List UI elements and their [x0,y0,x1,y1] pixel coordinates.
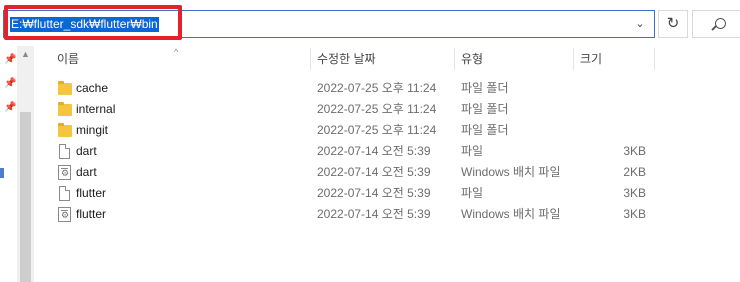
file-type: Windows 배치 파일 [461,207,561,221]
file-modified: 2022-07-25 오후 11:24 [317,81,437,95]
address-bar[interactable]: E:₩flutter_sdk₩flutter₩bin ⌄ [3,10,655,38]
file-modified: 2022-07-14 오전 5:39 [317,207,431,221]
file-name[interactable]: cache [76,78,108,99]
file-name[interactable]: flutter [76,183,106,204]
search-icon [715,18,726,29]
column-divider[interactable] [573,48,574,70]
file-type: 파일 폴더 [461,81,509,95]
file-row[interactable]: flutter 2022-07-14 오전 5:39 Windows 배치 파일… [0,204,740,225]
column-header-size[interactable]: 크기 [580,46,602,72]
file-icon [59,186,70,201]
file-icon [59,144,70,159]
column-header-type[interactable]: 유형 [461,46,483,72]
file-modified: 2022-07-14 오전 5:39 [317,144,431,158]
file-type: 파일 [461,186,484,200]
file-name[interactable]: internal [76,99,115,120]
file-modified: 2022-07-14 오전 5:39 [317,165,431,179]
file-size: 3KB [623,207,646,221]
file-row[interactable]: cache 2022-07-25 오후 11:24 파일 폴더 [0,78,740,99]
pin-icon[interactable]: 📌 [4,55,16,65]
scroll-up-arrow-icon[interactable]: ▲ [21,50,30,59]
file-name[interactable]: mingit [76,120,108,141]
file-modified: 2022-07-25 오후 11:24 [317,102,437,116]
batch-file-icon [58,207,71,222]
file-row[interactable]: dart 2022-07-14 오전 5:39 Windows 배치 파일 2K… [0,162,740,183]
column-divider[interactable] [310,48,311,70]
refresh-icon: ↻ [666,15,680,32]
refresh-button[interactable]: ↻ [658,10,688,38]
batch-file-icon [58,165,71,180]
file-type: 파일 폴더 [461,123,509,137]
column-divider[interactable] [454,48,455,70]
file-row[interactable]: mingit 2022-07-25 오후 11:24 파일 폴더 [0,120,740,141]
file-row[interactable]: dart 2022-07-14 오전 5:39 파일 3KB [0,141,740,162]
column-divider[interactable] [654,48,655,70]
file-modified: 2022-07-14 오전 5:39 [317,186,431,200]
column-header-modified[interactable]: 수정한 날짜 [317,46,376,72]
file-type: 파일 폴더 [461,102,509,116]
file-row[interactable]: flutter 2022-07-14 오전 5:39 파일 3KB [0,183,740,204]
search-box[interactable] [692,10,740,38]
file-row[interactable]: internal 2022-07-25 오후 11:24 파일 폴더 [0,99,740,120]
address-toolbar: E:₩flutter_sdk₩flutter₩bin ⌄ ↻ [0,0,740,46]
file-list: cache 2022-07-25 오후 11:24 파일 폴더 internal… [0,78,740,225]
column-header-name[interactable]: 이름 [57,46,79,72]
folder-icon [58,81,72,95]
file-type: 파일 [461,144,484,158]
sort-ascending-icon: ^ [174,47,179,57]
file-size: 3KB [623,186,646,200]
chevron-down-icon[interactable]: ⌄ [632,16,648,32]
folder-icon [58,102,72,116]
file-size: 2KB [623,165,646,179]
file-name[interactable]: dart [76,141,97,162]
file-modified: 2022-07-25 오후 11:24 [317,123,437,137]
file-size: 3KB [623,144,646,158]
file-name[interactable]: flutter [76,204,106,225]
folder-icon [58,123,72,137]
address-path[interactable]: E:₩flutter_sdk₩flutter₩bin [10,17,159,32]
file-type: Windows 배치 파일 [461,165,561,179]
file-name[interactable]: dart [76,162,97,183]
